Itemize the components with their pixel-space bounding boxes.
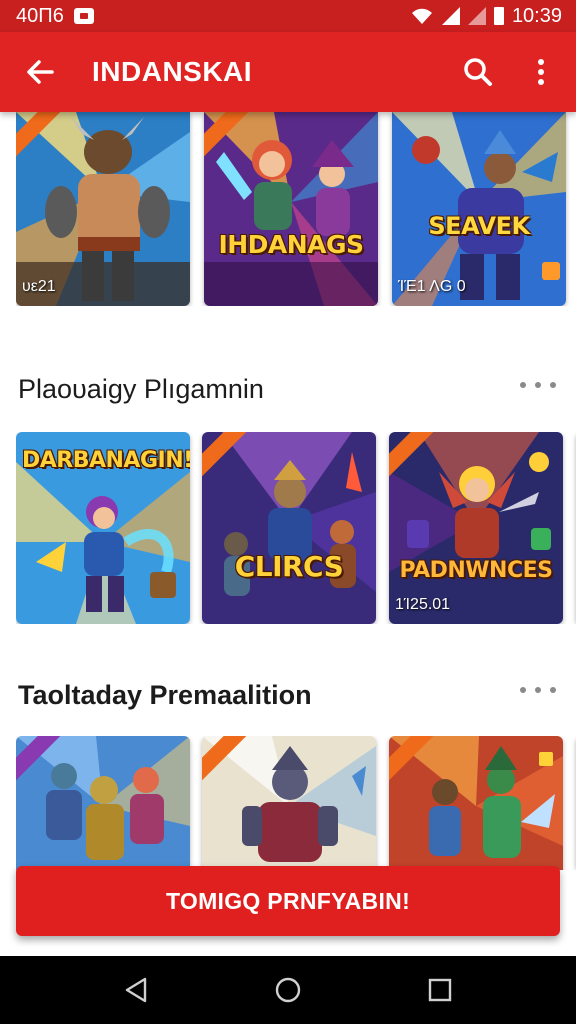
card-title: IHDANAGS [218,230,364,259]
section-more-button[interactable] [520,375,556,395]
game-art [204,112,378,306]
game-card[interactable]: DARBANAGIN! [16,432,190,624]
signal-icon [441,7,460,25]
game-art [202,432,376,624]
notification-icon [73,8,94,24]
more-vert-icon [538,59,544,85]
featured-carousel[interactable]: υε21 IHDANAGS SEAVEK ΊΈ1 ΛG 0 [16,112,576,306]
game-card[interactable] [389,736,563,870]
nav-home-button[interactable] [272,974,304,1006]
card-title: SEAVEK [428,212,530,240]
overflow-menu-button[interactable] [526,52,556,92]
game-card[interactable] [16,736,190,870]
dot-icon [550,382,556,388]
dot-icon [520,382,526,388]
game-card[interactable]: PADNWNCES 1Ί25.01 [389,432,563,624]
signal-2-icon [467,7,486,25]
app-bar: INDANSKAI [0,32,576,112]
card-title: DARBANAGIN! [22,448,190,473]
app-title: INDANSKAI [92,56,253,87]
section-more-button[interactable] [520,680,556,700]
cta-button[interactable]: TOMIGQ PRNFYABIN! [16,866,560,936]
status-right: 10:39 [410,5,562,27]
back-button[interactable] [20,52,60,92]
status-left: 40Π6 [16,5,94,27]
nav-home-icon [275,977,301,1003]
dot-icon [550,687,556,693]
section-2-carousel[interactable] [16,736,576,870]
card-subtitle: υε21 [22,278,56,295]
game-card[interactable]: CLIRCS [202,432,376,624]
game-art [16,736,190,870]
game-card[interactable]: υε21 [16,112,190,306]
nav-recents-icon [428,978,452,1002]
card-title: PADNWNCES [399,558,553,583]
card-subtitle: ΊΈ1 ΛG 0 [398,278,466,295]
clock: 10:39 [511,5,562,27]
search-icon [464,58,492,86]
back-arrow-icon [27,60,54,84]
dot-icon [535,382,541,388]
status-text: 40Π6 [16,5,64,27]
wifi-icon [411,8,432,24]
nav-back-button[interactable] [121,974,153,1006]
navigation-bar [0,956,576,1024]
section-title: Plaoυaigy Plıgamnin [18,374,264,404]
game-art [392,112,566,306]
card-subtitle: 1Ί25.01 [395,596,451,613]
card-title: CLIRCS [234,550,344,583]
nav-back-icon [125,977,147,1003]
status-bar: 40Π6 10:39 [0,0,576,32]
dot-icon [520,687,526,693]
search-button[interactable] [458,52,498,92]
dot-icon [535,687,541,693]
section-title: Taoltaday Premaalition [18,680,312,710]
game-art [202,736,376,870]
game-art [389,736,563,870]
game-card[interactable]: SEAVEK ΊΈ1 ΛG 0 [392,112,566,306]
game-art [16,112,190,306]
nav-recents-button[interactable] [424,974,456,1006]
section-1-carousel[interactable]: DARBANAGIN! CLIRCS PADNWNCES 1Ί25.01 [16,432,576,624]
game-card[interactable]: IHDANAGS [204,112,378,306]
battery-icon [493,7,504,25]
game-card[interactable] [202,736,376,870]
